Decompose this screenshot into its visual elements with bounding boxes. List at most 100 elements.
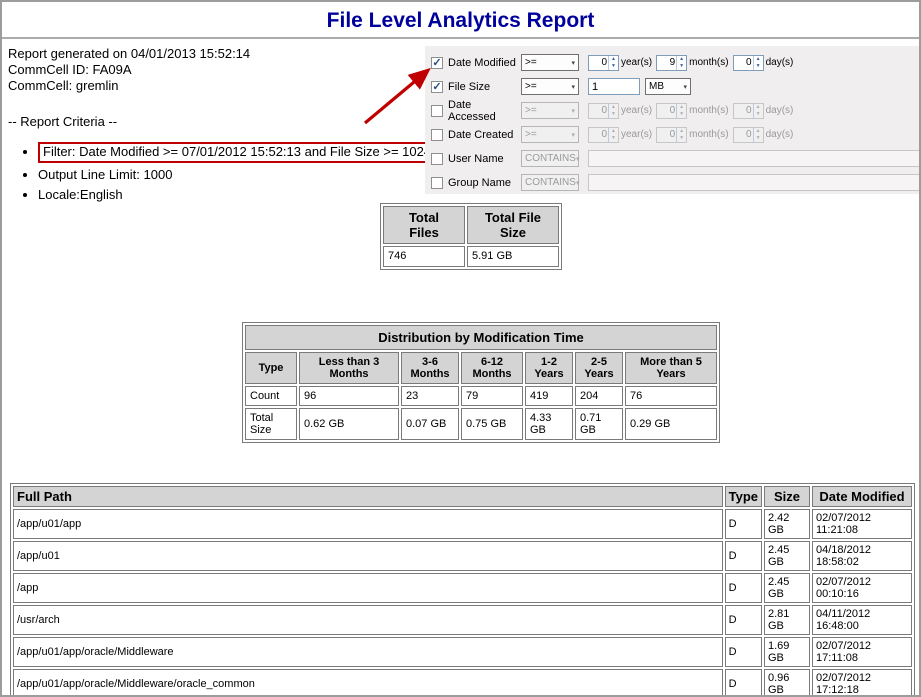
year-unit-label: year(s) (621, 105, 652, 116)
spinner-buttons: ▲▼ (608, 128, 618, 142)
row-label: Count (245, 386, 297, 406)
spin-up-icon[interactable]: ▲ (677, 56, 686, 63)
annotation-arrow-icon (352, 59, 444, 131)
spin-up-icon: ▲ (754, 128, 763, 135)
file-size-value-input[interactable] (588, 78, 640, 95)
year-unit-label: year(s) (621, 129, 652, 140)
spinner-buttons: ▲▼ (608, 104, 618, 118)
spin-down-icon: ▼ (609, 135, 618, 142)
month-spinner: ▲▼ (656, 127, 687, 143)
group-name-input (588, 174, 921, 191)
count-cell: 204 (575, 386, 623, 406)
spin-down-icon: ▼ (677, 135, 686, 142)
col-header: Less than 3 Months (299, 352, 399, 384)
spin-up-icon[interactable]: ▲ (754, 56, 763, 63)
month-spinner[interactable]: ▲▼ (656, 55, 687, 71)
size-cell: 1.69 GB (764, 637, 810, 667)
distribution-table: Distribution by Modification Time Type L… (242, 322, 720, 443)
spinner-buttons[interactable]: ▲▼ (676, 56, 686, 70)
day-input[interactable] (734, 56, 753, 70)
file-size-unit-dropdown[interactable]: MB ▾ (645, 78, 691, 95)
page-title: File Level Analytics Report (2, 2, 919, 37)
day-spinner[interactable]: ▲▼ (733, 55, 764, 71)
total-file-size-header: Total File Size (467, 206, 559, 244)
file-size-label: File Size (448, 81, 521, 93)
operator-value: >= (525, 57, 537, 68)
spin-up-icon[interactable]: ▲ (609, 56, 618, 63)
month-input (657, 104, 676, 118)
totals-table: Total Files Total File Size 746 5.91 GB (380, 203, 562, 270)
day-unit-label: day(s) (766, 57, 794, 68)
filter-row-user-name: User Name CONTAINS ▾ (431, 150, 921, 167)
size-cell: 2.42 GB (764, 509, 810, 539)
spin-down-icon[interactable]: ▼ (677, 63, 686, 70)
spinner-buttons: ▲▼ (676, 128, 686, 142)
criteria-locale-item: Locale:English (38, 187, 475, 203)
size-cell: 2.45 GB (764, 541, 810, 571)
spinner-buttons: ▲▼ (676, 104, 686, 118)
year-spinner: ▲▼ (588, 127, 619, 143)
operator-value: >= (525, 81, 537, 92)
type-cell: D (725, 541, 762, 571)
spin-up-icon: ▲ (609, 128, 618, 135)
date-accessed-operator-dropdown: >= ▾ (521, 102, 579, 119)
spinner-buttons[interactable]: ▲▼ (753, 56, 763, 70)
col-header: 2-5 Years (575, 352, 623, 384)
group-name-label: Group Name (448, 177, 521, 189)
filter-row-date-accessed: Date Accessed >= ▾ ▲▼ year(s) ▲▼ month( (431, 102, 921, 119)
day-input (734, 128, 753, 142)
group-name-checkbox[interactable] (431, 177, 443, 189)
date-modified-operator-dropdown[interactable]: >= ▾ (521, 54, 579, 71)
month-spinner: ▲▼ (656, 103, 687, 119)
count-cell: 23 (401, 386, 459, 406)
spin-down-icon[interactable]: ▼ (754, 63, 763, 70)
distribution-size-row: Total Size 0.62 GB 0.07 GB 0.75 GB 4.33 … (245, 408, 717, 440)
day-unit-label: day(s) (766, 105, 794, 116)
filter-row-group-name: Group Name CONTAINS ▾ (431, 174, 921, 191)
month-input (657, 128, 676, 142)
unit-value: MB (649, 81, 664, 92)
table-row: /app/u01 D 2.45 GB 04/18/2012 18:58:02 (13, 541, 912, 571)
spin-down-icon: ▼ (754, 111, 763, 118)
file-size-operator-dropdown[interactable]: >= ▾ (521, 78, 579, 95)
type-cell: D (725, 573, 762, 603)
spinner-buttons[interactable]: ▲▼ (608, 56, 618, 70)
size-cell: 2.45 GB (764, 573, 810, 603)
month-unit-label: month(s) (689, 105, 728, 116)
chevron-down-icon: ▾ (571, 83, 575, 91)
operator-value: CONTAINS (525, 153, 576, 164)
month-input[interactable] (657, 56, 676, 70)
spin-up-icon: ▲ (677, 104, 686, 111)
date-accessed-fields: ▲▼ year(s) ▲▼ month(s) ▲▼ day(s) (588, 103, 797, 119)
spin-up-icon: ▲ (754, 104, 763, 111)
path-cell: /usr/arch (13, 605, 723, 635)
chevron-down-icon: ▾ (683, 83, 687, 91)
chevron-down-icon: ▾ (576, 179, 580, 187)
criteria-list: Filter: Date Modified >= 07/01/2012 15:5… (8, 142, 475, 203)
filter-row-date-modified: ✓ Date Modified >= ▾ ▲▼ year(s) ▲▼ (431, 54, 921, 71)
full-path-header: Full Path (13, 486, 723, 507)
col-header: Type (245, 352, 297, 384)
date-created-label: Date Created (448, 129, 521, 141)
year-input[interactable] (589, 56, 608, 70)
date-cell: 04/11/2012 16:48:00 (812, 605, 912, 635)
user-name-checkbox[interactable] (431, 153, 443, 165)
table-row: /usr/arch D 2.81 GB 04/11/2012 16:48:00 (13, 605, 912, 635)
chevron-down-icon: ▾ (571, 131, 575, 139)
group-name-operator-dropdown: CONTAINS ▾ (521, 174, 579, 191)
year-spinner[interactable]: ▲▼ (588, 55, 619, 71)
size-cell: 0.71 GB (575, 408, 623, 440)
size-cell: 4.33 GB (525, 408, 573, 440)
date-cell: 02/07/2012 17:11:08 (812, 637, 912, 667)
user-name-label: User Name (448, 153, 521, 165)
spin-down-icon[interactable]: ▼ (609, 63, 618, 70)
date-cell: 02/07/2012 11:21:08 (812, 509, 912, 539)
total-files-header: Total Files (383, 206, 465, 244)
type-header: Type (725, 486, 762, 507)
spin-down-icon: ▼ (677, 111, 686, 118)
month-unit-label: month(s) (689, 129, 728, 140)
count-cell: 76 (625, 386, 717, 406)
size-cell: 2.81 GB (764, 605, 810, 635)
spin-up-icon: ▲ (677, 128, 686, 135)
type-cell: D (725, 669, 762, 697)
